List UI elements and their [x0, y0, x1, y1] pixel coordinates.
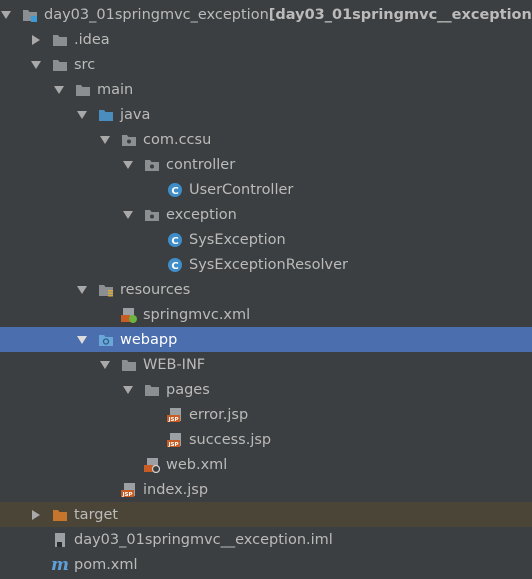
folder-label: src	[74, 56, 96, 73]
file-label: web.xml	[166, 456, 228, 473]
svg-text:JSP: JSP	[167, 442, 178, 448]
tree-row-project-root[interactable]: day03_01springmvc_exception [day03_01spr…	[0, 2, 532, 27]
tree-row-src[interactable]: src	[0, 52, 532, 77]
tree-row-resources[interactable]: resources	[0, 277, 532, 302]
expand-arrow-icon[interactable]	[53, 84, 65, 96]
tree-row-springmvc-xml[interactable]: springmvc.xml	[0, 302, 532, 327]
folder-label: .idea	[74, 31, 110, 48]
expand-arrow-icon[interactable]	[30, 59, 42, 71]
tree-row-pages[interactable]: pages	[0, 377, 532, 402]
tree-row-pom-xml[interactable]: m pom.xml	[0, 552, 532, 577]
expand-arrow-icon[interactable]	[76, 109, 88, 121]
module-label: [day03_01springmvc__exception]	[268, 6, 532, 23]
tree-row-web-inf[interactable]: WEB-INF	[0, 352, 532, 377]
expand-arrow-icon[interactable]	[76, 284, 88, 296]
collapse-arrow-icon[interactable]	[30, 509, 42, 521]
tree-row-target[interactable]: target	[0, 502, 532, 527]
class-icon: C	[167, 232, 183, 248]
folder-label: WEB-INF	[143, 356, 206, 373]
collapse-arrow-icon[interactable]	[30, 34, 42, 46]
web-xml-file-icon	[144, 457, 160, 473]
package-label: exception	[166, 206, 237, 223]
spring-xml-file-icon	[121, 307, 137, 323]
tree-row-error-jsp[interactable]: JSP error.jsp	[0, 402, 532, 427]
file-label: SysExceptionResolver	[189, 256, 348, 273]
package-icon	[144, 207, 160, 223]
source-folder-icon	[98, 107, 114, 123]
tree-row-sys-exception[interactable]: C SysException	[0, 227, 532, 252]
file-label: springmvc.xml	[143, 306, 251, 323]
folder-label: java	[120, 106, 151, 123]
jsp-file-icon: JSP	[167, 432, 183, 448]
expand-arrow-icon[interactable]	[122, 384, 134, 396]
tree-row-web-xml[interactable]: web.xml	[0, 452, 532, 477]
file-label: SysException	[189, 231, 286, 248]
file-label: pom.xml	[74, 556, 138, 573]
tree-row-main[interactable]: main	[0, 77, 532, 102]
package-icon	[121, 132, 137, 148]
svg-text:C: C	[171, 236, 178, 247]
file-label: error.jsp	[189, 406, 249, 423]
class-icon: C	[167, 182, 183, 198]
file-label: index.jsp	[143, 481, 209, 498]
folder-label: main	[97, 81, 134, 98]
module-folder-icon	[22, 7, 38, 23]
folder-label: resources	[120, 281, 191, 298]
resources-folder-icon	[98, 282, 114, 298]
svg-text:C: C	[171, 186, 178, 197]
tree-row-package[interactable]: com.ccsu	[0, 127, 532, 152]
tree-row-sys-exception-resolver[interactable]: C SysExceptionResolver	[0, 252, 532, 277]
tree-row-success-jsp[interactable]: JSP success.jsp	[0, 427, 532, 452]
tree-row-controller[interactable]: controller	[0, 152, 532, 177]
expand-arrow-icon[interactable]	[99, 134, 111, 146]
maven-icon: m	[51, 554, 69, 575]
expand-arrow-icon[interactable]	[99, 359, 111, 371]
tree-row-idea[interactable]: .idea	[0, 27, 532, 52]
svg-text:C: C	[171, 261, 178, 272]
svg-text:JSP: JSP	[167, 417, 178, 423]
tree-row-exception[interactable]: exception	[0, 202, 532, 227]
class-icon: C	[167, 257, 183, 273]
file-label: day03_01springmvc__exception.iml	[74, 531, 333, 548]
tree-row-webapp[interactable]: webapp	[0, 327, 532, 352]
maven-glyph: m	[51, 554, 69, 575]
folder-icon	[52, 32, 68, 48]
tree-row-user-controller[interactable]: C UserController	[0, 177, 532, 202]
tree-row-index-jsp[interactable]: JSP index.jsp	[0, 477, 532, 502]
folder-icon	[75, 82, 91, 98]
folder-icon	[52, 57, 68, 73]
package-label: com.ccsu	[143, 131, 212, 148]
tree-row-iml-file[interactable]: day03_01springmvc__exception.iml	[0, 527, 532, 552]
folder-icon	[121, 357, 137, 373]
folder-label: target	[74, 506, 119, 523]
folder-label: webapp	[120, 331, 178, 348]
jsp-file-icon: JSP	[121, 482, 137, 498]
expand-arrow-icon[interactable]	[76, 334, 88, 346]
file-label: success.jsp	[189, 431, 272, 448]
excluded-folder-icon	[52, 507, 68, 523]
folder-label: pages	[166, 381, 210, 398]
jsp-file-icon: JSP	[167, 407, 183, 423]
web-folder-icon	[98, 332, 114, 348]
folder-icon	[144, 382, 160, 398]
file-label: UserController	[189, 181, 294, 198]
expand-arrow-icon[interactable]	[122, 209, 134, 221]
package-icon	[144, 157, 160, 173]
iml-file-icon	[52, 532, 68, 548]
expand-arrow-icon[interactable]	[0, 9, 12, 21]
package-label: controller	[166, 156, 236, 173]
tree-row-java[interactable]: java	[0, 102, 532, 127]
svg-text:JSP: JSP	[121, 492, 132, 498]
expand-arrow-icon[interactable]	[122, 159, 134, 171]
project-tree: day03_01springmvc_exception [day03_01spr…	[0, 0, 532, 579]
project-name: day03_01springmvc_exception	[44, 6, 269, 23]
